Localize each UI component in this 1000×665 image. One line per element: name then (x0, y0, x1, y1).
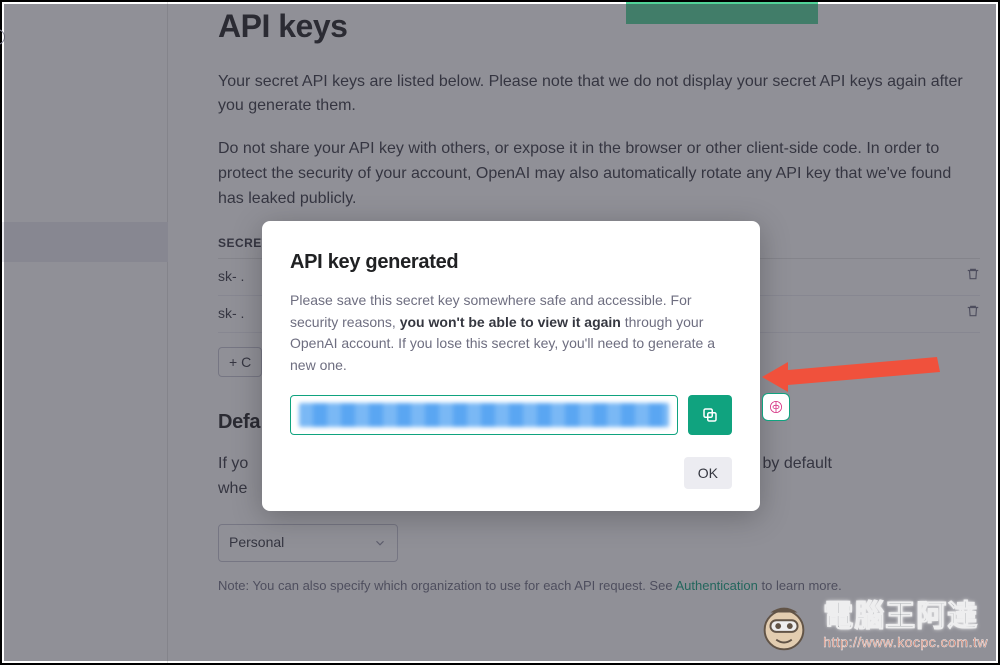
watermark-mascot-icon (753, 597, 815, 659)
watermark: 電腦王阿達 http://www.kocpc.com.tw (753, 597, 988, 659)
app-frame: al i API keys Your secret API keys are l… (0, 0, 1000, 665)
api-key-modal: API key generated Please save this secre… (262, 221, 760, 511)
copy-icon (701, 406, 719, 424)
gpt-badge[interactable] (762, 393, 790, 421)
gpt-icon (768, 399, 784, 415)
watermark-url: http://www.kocpc.com.tw (823, 632, 988, 654)
ok-button[interactable]: OK (684, 457, 732, 489)
api-key-field[interactable] (290, 395, 678, 435)
redacted-key (299, 403, 669, 427)
watermark-title: 電腦王阿達 (823, 602, 988, 632)
copy-button[interactable] (688, 395, 732, 435)
modal-title: API key generated (290, 247, 732, 278)
modal-body: Please save this secret key somewhere sa… (290, 290, 732, 377)
key-row (290, 395, 732, 435)
